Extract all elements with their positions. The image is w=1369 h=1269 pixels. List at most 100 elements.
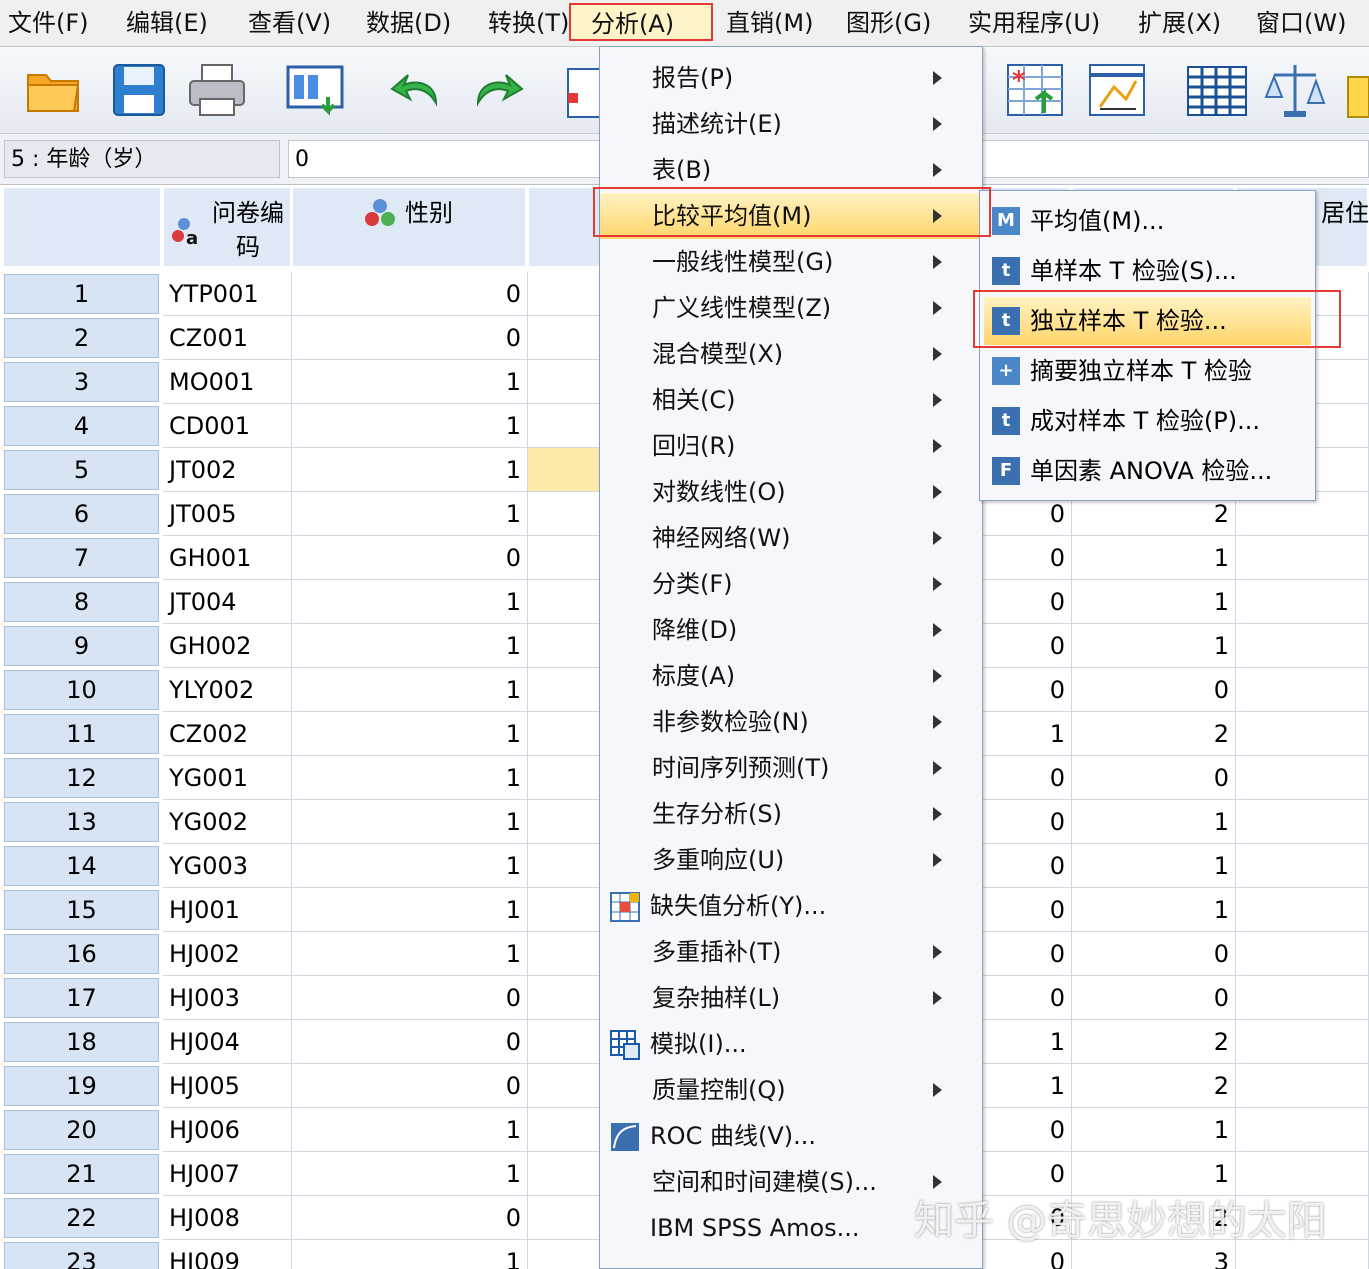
cell-col-b[interactable]: 0: [1072, 668, 1236, 712]
row-number-header[interactable]: 20: [4, 1110, 159, 1150]
undo-icon[interactable]: [386, 59, 448, 121]
cell-col-b[interactable]: 2: [1072, 1064, 1236, 1108]
cell-gender[interactable]: 1: [292, 1152, 528, 1196]
cell-col-a[interactable]: 0: [983, 1108, 1072, 1152]
cell-residence[interactable]: [1236, 756, 1369, 800]
cell-col-b[interactable]: 1: [1072, 1108, 1236, 1152]
open-folder-icon[interactable]: [22, 59, 84, 121]
row-number-header[interactable]: 3: [4, 362, 159, 402]
cell-gender[interactable]: 0: [292, 1064, 528, 1108]
menu-item[interactable]: 图形(G): [846, 6, 931, 40]
cell-gender[interactable]: 1: [292, 580, 528, 624]
analysis-menu-item[interactable]: 缺失值分析(Y)...: [600, 883, 982, 929]
row-number-header[interactable]: 18: [4, 1022, 159, 1062]
cell-gender[interactable]: 0: [292, 1020, 528, 1064]
cell-residence[interactable]: [1236, 580, 1369, 624]
cell-gender[interactable]: 1: [292, 404, 528, 448]
row-number-header[interactable]: 19: [4, 1066, 159, 1106]
row-number-header[interactable]: 4: [4, 406, 159, 446]
variables-icon[interactable]: [1086, 59, 1148, 121]
analysis-menu-item[interactable]: 生存分析(S): [600, 791, 982, 837]
cell-gender[interactable]: 1: [292, 1240, 528, 1269]
menu-item[interactable]: 编辑(E): [126, 6, 208, 40]
menu-item[interactable]: 直销(M): [726, 6, 813, 40]
row-number-header[interactable]: 15: [4, 890, 159, 930]
redo-icon[interactable]: [466, 59, 528, 121]
cell-questionnaire-code[interactable]: YG001: [163, 756, 292, 800]
cell-gender[interactable]: 0: [292, 536, 528, 580]
cell-col3[interactable]: [528, 932, 600, 976]
cell-col-b[interactable]: 0: [1072, 976, 1236, 1020]
menu-item[interactable]: 文件(F): [8, 6, 89, 40]
cell-col-a[interactable]: 1: [983, 1020, 1072, 1064]
split-file-icon[interactable]: [1186, 59, 1248, 121]
cell-questionnaire-code[interactable]: JT005: [163, 492, 292, 536]
cell-residence[interactable]: [1236, 712, 1369, 756]
row-number-header[interactable]: 16: [4, 934, 159, 974]
cell-col3[interactable]: [528, 844, 600, 888]
dialog-recall-icon[interactable]: [284, 59, 346, 121]
cell-gender[interactable]: 0: [292, 976, 528, 1020]
cell-questionnaire-code[interactable]: HJ008: [163, 1196, 292, 1240]
cell-col3[interactable]: [528, 492, 600, 536]
cell-col3[interactable]: [528, 756, 600, 800]
cell-questionnaire-code[interactable]: JT004: [163, 580, 292, 624]
cell-col3[interactable]: [528, 272, 600, 316]
analysis-menu-item[interactable]: 标度(A): [600, 653, 982, 699]
column-header-col3[interactable]: [529, 188, 601, 266]
row-number-header[interactable]: 1: [4, 274, 159, 314]
cell-col3[interactable]: [528, 976, 600, 1020]
cell-col3[interactable]: [528, 1240, 600, 1269]
cell-gender[interactable]: 1: [292, 360, 528, 404]
cell-col3[interactable]: [528, 712, 600, 756]
cell-col3[interactable]: [528, 1152, 600, 1196]
cell-residence[interactable]: [1236, 1064, 1369, 1108]
cell-residence[interactable]: [1236, 888, 1369, 932]
cell-col-a[interactable]: 1: [983, 712, 1072, 756]
cell-questionnaire-code[interactable]: HJ004: [163, 1020, 292, 1064]
analysis-menu-item[interactable]: 描述统计(E): [600, 101, 982, 147]
menu-item[interactable]: 分析(A): [569, 3, 713, 41]
analysis-menu-item[interactable]: 非参数检验(N): [600, 699, 982, 745]
row-number-header[interactable]: 21: [4, 1154, 159, 1194]
analysis-menu-item[interactable]: 多重响应(U): [600, 837, 982, 883]
cell-col3[interactable]: [528, 536, 600, 580]
select-cases-icon[interactable]: *: [1004, 59, 1066, 121]
cell-gender[interactable]: 1: [292, 932, 528, 976]
cell-questionnaire-code[interactable]: HJ002: [163, 932, 292, 976]
analysis-menu-item[interactable]: 比较平均值(M): [600, 193, 982, 239]
cell-col-a[interactable]: 0: [983, 756, 1072, 800]
cell-residence[interactable]: [1236, 668, 1369, 712]
cell-col3[interactable]: [528, 448, 600, 492]
cell-gender[interactable]: 0: [292, 316, 528, 360]
cell-col3[interactable]: [528, 360, 600, 404]
row-number-header[interactable]: 17: [4, 978, 159, 1018]
analysis-menu-item[interactable]: 一般线性模型(G): [600, 239, 982, 285]
cell-col-a[interactable]: 0: [983, 932, 1072, 976]
analysis-menu-item[interactable]: 对数线性(O): [600, 469, 982, 515]
cell-col3[interactable]: [528, 1020, 600, 1064]
cell-col-b[interactable]: 0: [1072, 756, 1236, 800]
row-number-header[interactable]: 13: [4, 802, 159, 842]
cell-col3[interactable]: [528, 624, 600, 668]
menu-item[interactable]: 窗口(W): [1256, 6, 1346, 40]
cell-gender[interactable]: 0: [292, 1196, 528, 1240]
cell-col-a[interactable]: 0: [983, 844, 1072, 888]
menu-item[interactable]: 转换(T): [488, 6, 569, 40]
analysis-menu-item[interactable]: 多重插补(T): [600, 929, 982, 975]
cell-col3[interactable]: [528, 316, 600, 360]
cell-questionnaire-code[interactable]: HJ003: [163, 976, 292, 1020]
cell-gender[interactable]: 1: [292, 712, 528, 756]
cell-col3[interactable]: [528, 888, 600, 932]
analysis-menu-item[interactable]: 分类(F): [600, 561, 982, 607]
cell-questionnaire-code[interactable]: JT002: [163, 448, 292, 492]
cell-gender[interactable]: 1: [292, 1108, 528, 1152]
cell-questionnaire-code[interactable]: MO001: [163, 360, 292, 404]
cell-questionnaire-code[interactable]: YG002: [163, 800, 292, 844]
cell-questionnaire-code[interactable]: GH002: [163, 624, 292, 668]
analysis-menu-item[interactable]: 质量控制(Q): [600, 1067, 982, 1113]
cell-questionnaire-code[interactable]: GH001: [163, 536, 292, 580]
cell-questionnaire-code[interactable]: YTP001: [163, 272, 292, 316]
cell-col3[interactable]: [528, 668, 600, 712]
cell-residence[interactable]: [1236, 976, 1369, 1020]
